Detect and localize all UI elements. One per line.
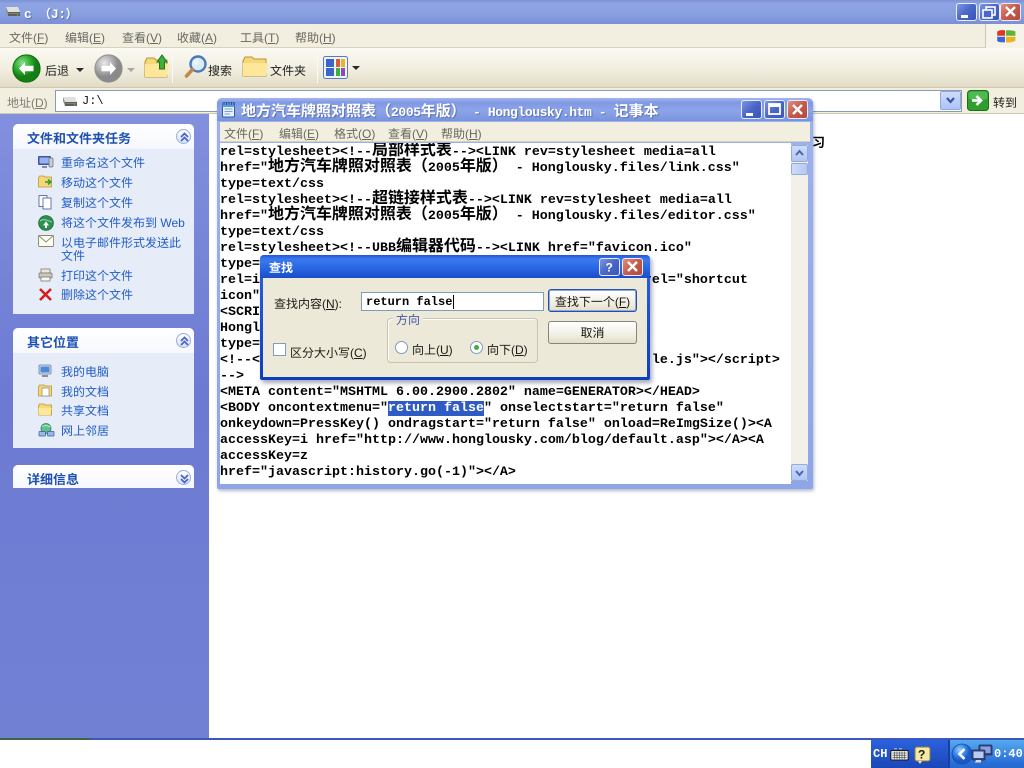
svg-text:?: ? [918,748,925,762]
svg-text:?: ? [606,261,613,275]
